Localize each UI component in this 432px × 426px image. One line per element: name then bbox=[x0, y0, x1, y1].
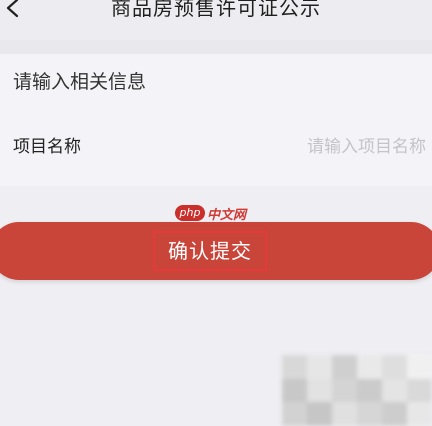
project-name-label: 项目名称 bbox=[13, 137, 81, 157]
submit-button[interactable]: 确认提交 bbox=[0, 222, 432, 280]
site-watermark: php 中文网 bbox=[175, 204, 247, 223]
project-name-row: 项目名称 bbox=[0, 130, 432, 166]
project-name-input[interactable] bbox=[186, 132, 426, 162]
watermark-logo: php bbox=[175, 205, 205, 221]
section-title: 请输入相关信息 bbox=[13, 71, 147, 93]
blurred-region bbox=[282, 355, 432, 426]
section-divider bbox=[0, 40, 432, 54]
watermark-text: 中文网 bbox=[207, 207, 247, 223]
top-bar: 商品房预售许可证公示 bbox=[0, 0, 432, 40]
form-card: 请输入相关信息 项目名称 bbox=[0, 54, 432, 186]
submit-button-label: 确认提交 bbox=[153, 231, 267, 271]
page-title: 商品房预售许可证公示 bbox=[111, 0, 321, 20]
